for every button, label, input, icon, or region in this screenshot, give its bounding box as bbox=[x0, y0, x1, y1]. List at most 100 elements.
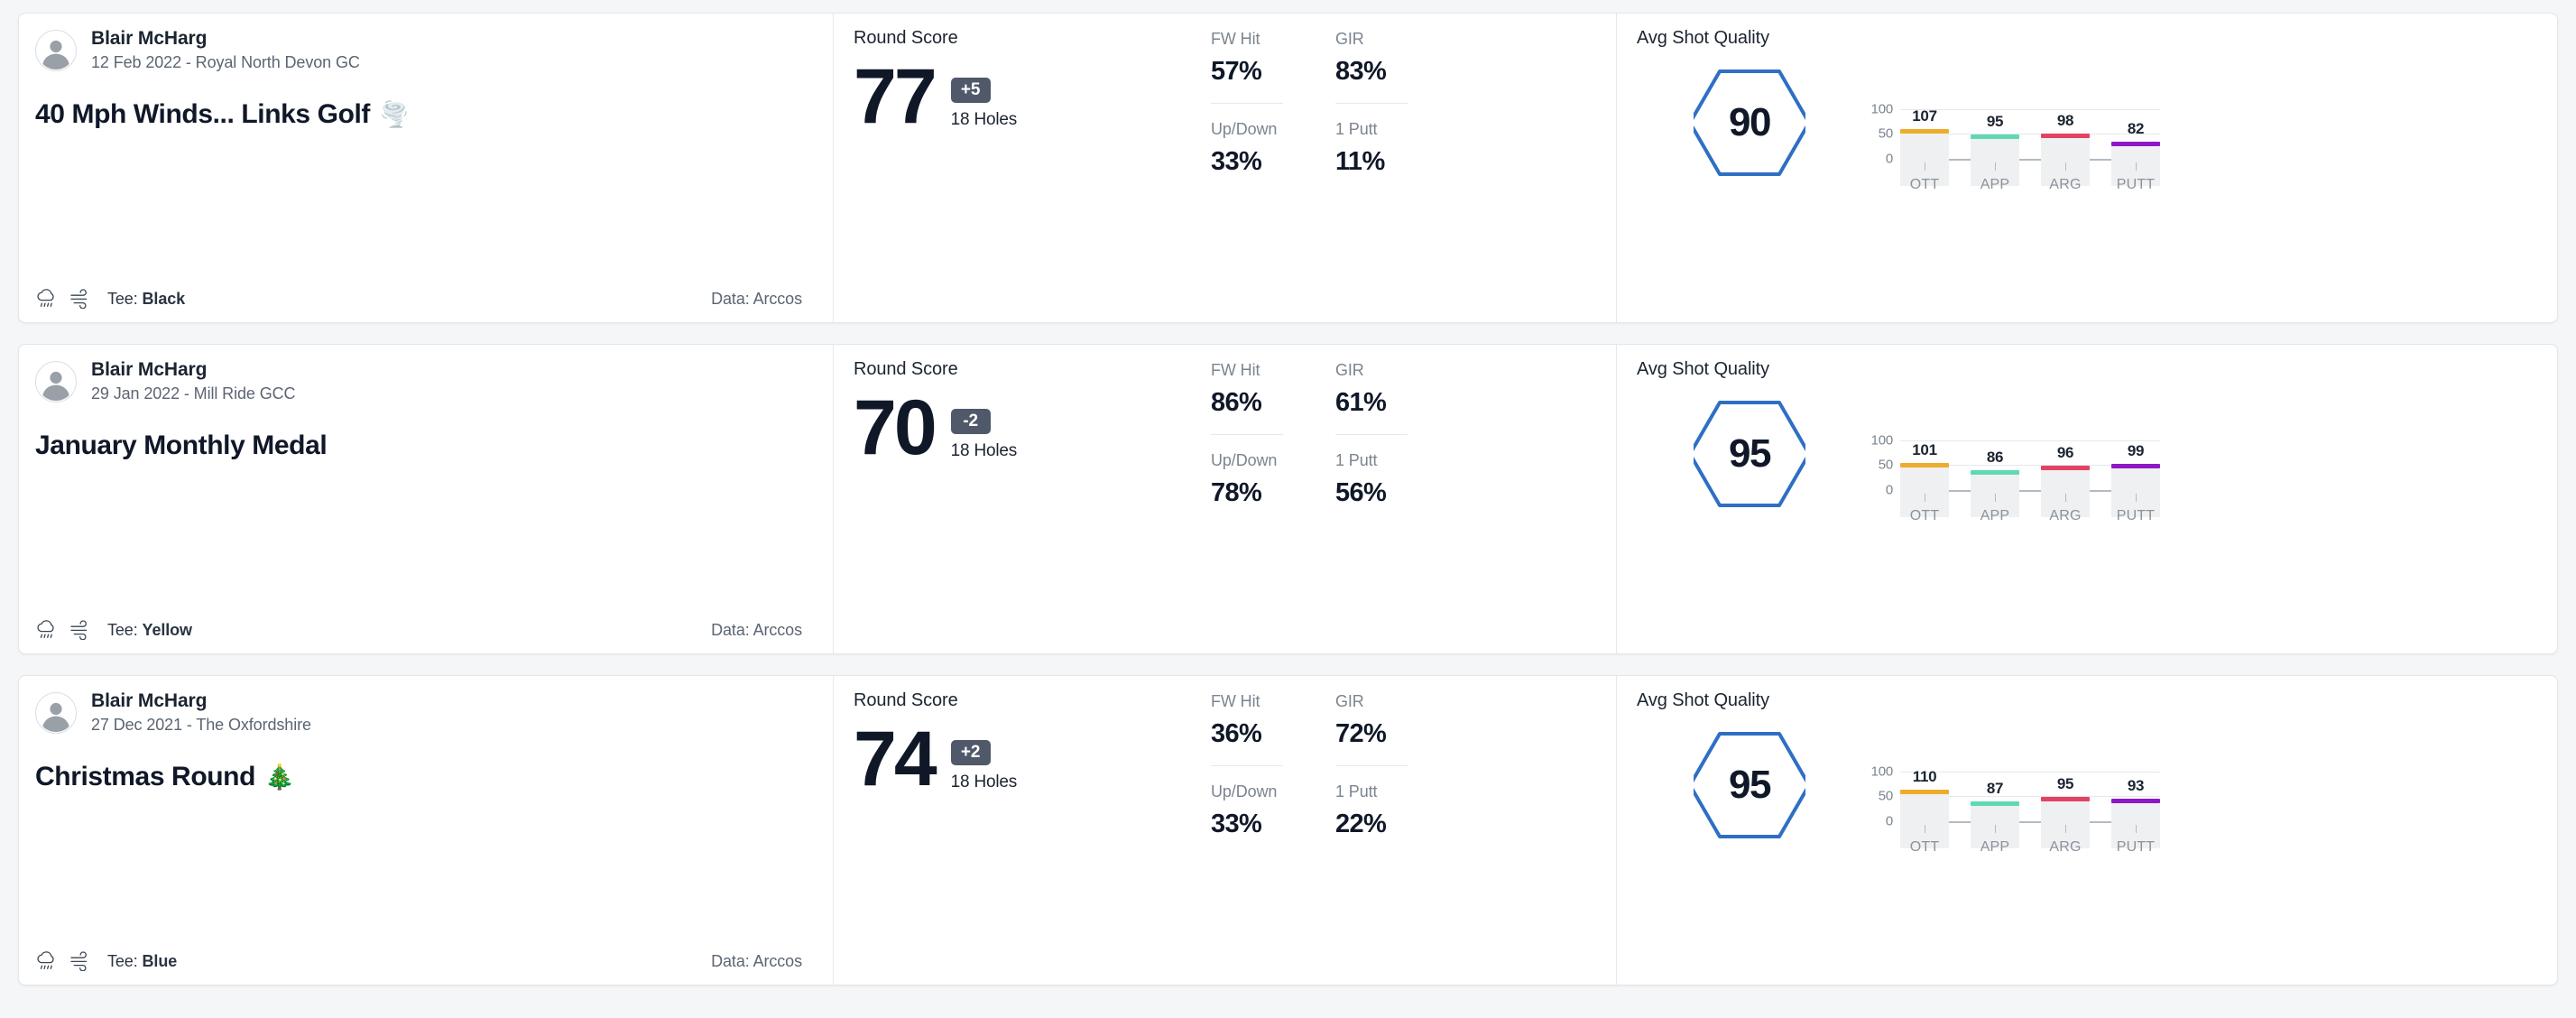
avatar[interactable] bbox=[35, 29, 77, 71]
stat-fw-hit-label: FW Hit bbox=[1211, 692, 1260, 710]
round-title[interactable]: January Monthly Medal bbox=[35, 430, 809, 461]
x-tick-label: OTT bbox=[1909, 177, 1940, 192]
round-date-course: 27 Dec 2021 - The Oxfordshire bbox=[91, 716, 311, 734]
round-title-emoji: 🎄 bbox=[264, 763, 295, 791]
x-tick-label: OTT bbox=[1909, 508, 1940, 523]
player-meta: Blair McHarg 29 Jan 2022 - Mill Ride GCC bbox=[91, 359, 296, 403]
bar-value-label: 86 bbox=[1986, 449, 2004, 467]
round-card[interactable]: Blair McHarg 27 Dec 2021 - The Oxfordshi… bbox=[18, 675, 2558, 986]
stat-gir: GIR 61% bbox=[1335, 361, 1408, 418]
stat-gir-label: GIR bbox=[1335, 361, 1364, 379]
conditions-group: Tee: Yellow bbox=[35, 619, 192, 641]
bar-cap bbox=[2111, 141, 2160, 146]
data-source: Data: Arccos bbox=[711, 952, 802, 971]
bar-cap bbox=[1900, 790, 1949, 795]
y-tick-label: 100 bbox=[1870, 101, 1894, 117]
holes-played: 18 Holes bbox=[950, 773, 1018, 791]
score-side: +2 18 Holes bbox=[950, 724, 1018, 792]
round-score-value: 74 bbox=[854, 716, 937, 802]
y-tick-label: 100 bbox=[1870, 432, 1894, 449]
y-tick-label: 0 bbox=[1885, 482, 1893, 498]
shot-quality-column: Avg Shot Quality 95 0 50 100 101 86 96 99 OTT AP… bbox=[1616, 345, 2557, 653]
stat-up-down: Up/Down 33% bbox=[1211, 103, 1283, 177]
round-card[interactable]: Blair McHarg 12 Feb 2022 - Royal North D… bbox=[18, 13, 2558, 323]
stat-gir: GIR 83% bbox=[1335, 30, 1408, 87]
round-date-course: 12 Feb 2022 - Royal North Devon GC bbox=[91, 53, 360, 71]
bar-cap bbox=[1971, 134, 2019, 140]
x-tick-ott: OTT bbox=[1900, 825, 1949, 856]
score-differential-badge: +5 bbox=[950, 78, 991, 103]
quality-hexagon: 95 bbox=[1694, 391, 1805, 517]
x-tick-label: PUTT bbox=[2116, 508, 2156, 523]
stat-one-putt-label: 1 Putt bbox=[1335, 451, 1378, 469]
shot-quality-chart[interactable]: 0 50 100 101 86 96 99 OTT APP ARG PUTT bbox=[1862, 400, 2160, 523]
x-tick-mark bbox=[2135, 494, 2137, 502]
player-name: Blair McHarg bbox=[91, 28, 208, 49]
round-title[interactable]: 40 Mph Winds... Links Golf 🌪️ bbox=[35, 99, 809, 130]
data-source: Data: Arccos bbox=[711, 621, 802, 640]
stat-one-putt-value: 56% bbox=[1335, 478, 1387, 507]
round-info-column: Blair McHarg 29 Jan 2022 - Mill Ride GCC… bbox=[19, 345, 833, 653]
score-block: Round Score 70 -2 18 Holes bbox=[854, 359, 1211, 641]
person-avatar-icon bbox=[36, 693, 76, 733]
bar-value-label: 107 bbox=[1912, 106, 1937, 125]
data-source-value: Arccos bbox=[752, 289, 803, 308]
round-score-value: 77 bbox=[854, 53, 937, 140]
round-title-emoji: 🌪️ bbox=[379, 100, 410, 128]
stat-fw-hit: FW Hit 57% bbox=[1211, 30, 1283, 87]
x-tick-label: ARG bbox=[2049, 839, 2082, 855]
avg-shot-quality-label: Avg Shot Quality bbox=[1637, 359, 1770, 379]
score-row: 77 +5 18 Holes bbox=[854, 53, 1211, 140]
bar-value-label: 99 bbox=[2127, 442, 2145, 460]
round-title[interactable]: Christmas Round 🎄 bbox=[35, 762, 809, 792]
x-tick-label: APP bbox=[1980, 177, 2010, 192]
holes-played: 18 Holes bbox=[950, 110, 1018, 129]
round-score-label: Round Score bbox=[854, 690, 958, 710]
avatar[interactable] bbox=[35, 691, 77, 734]
rounds-feed: Blair McHarg 12 Feb 2022 - Royal North D… bbox=[0, 0, 2576, 1018]
tee-value: Black bbox=[142, 289, 186, 308]
stat-up-down-label: Up/Down bbox=[1211, 451, 1278, 469]
avatar[interactable] bbox=[35, 360, 77, 403]
stat-fw-hit: FW Hit 86% bbox=[1211, 361, 1283, 418]
x-tick-mark bbox=[2135, 825, 2137, 833]
player-name: Blair McHarg bbox=[91, 690, 208, 711]
round-info-column: Blair McHarg 27 Dec 2021 - The Oxfordshi… bbox=[19, 676, 833, 985]
shot-quality-body: 95 0 50 100 110 87 95 93 OTT APP ARG PUTT bbox=[1637, 711, 2557, 855]
score-differential-badge: +2 bbox=[950, 740, 991, 765]
bar-value-label: 95 bbox=[1986, 113, 2004, 131]
stat-one-putt-label: 1 Putt bbox=[1335, 782, 1378, 801]
bar-cap bbox=[2041, 797, 2090, 802]
round-score-column: Round Score 74 +2 18 Holes FW Hit 36% GI… bbox=[833, 676, 1616, 985]
shot-quality-chart[interactable]: 0 50 100 110 87 95 93 OTT APP ARG PUTT bbox=[1862, 731, 2160, 855]
tee-info: Tee: Yellow bbox=[107, 621, 192, 640]
x-tick-putt: PUTT bbox=[2111, 825, 2160, 856]
avg-shot-quality-label: Avg Shot Quality bbox=[1637, 28, 1770, 48]
player-meta: Blair McHarg 27 Dec 2021 - The Oxfordshi… bbox=[91, 690, 311, 735]
stat-up-down: Up/Down 33% bbox=[1211, 765, 1283, 839]
round-card[interactable]: Blair McHarg 29 Jan 2022 - Mill Ride GCC… bbox=[18, 344, 2558, 654]
bar-value-label: 95 bbox=[2056, 775, 2074, 793]
bar-cap bbox=[1900, 128, 1949, 134]
shot-quality-column: Avg Shot Quality 95 0 50 100 110 87 95 93 OTT AP… bbox=[1616, 676, 2557, 985]
bar-cap bbox=[2041, 133, 2090, 138]
stat-fw-hit-label: FW Hit bbox=[1211, 361, 1260, 379]
player-row: Blair McHarg 29 Jan 2022 - Mill Ride GCC bbox=[35, 359, 809, 403]
x-tick-mark bbox=[1994, 162, 1996, 171]
x-tick-mark bbox=[2135, 162, 2137, 171]
conditions-group: Tee: Blue bbox=[35, 950, 177, 972]
round-title-text: Christmas Round bbox=[35, 762, 256, 791]
chart-y-axis: 0 50 100 bbox=[1862, 69, 1894, 186]
shot-quality-chart[interactable]: 0 50 100 107 95 98 82 OTT APP ARG PUTT bbox=[1862, 69, 2160, 192]
stat-one-putt: 1 Putt 56% bbox=[1335, 434, 1408, 508]
bar-value-label: 87 bbox=[1986, 779, 2004, 797]
score-differential-badge: -2 bbox=[950, 409, 991, 434]
y-tick-label: 0 bbox=[1885, 813, 1893, 829]
wind-icon bbox=[69, 951, 93, 971]
data-source-label: Data: bbox=[711, 289, 750, 308]
quality-hexagon-wrap: 95 bbox=[1637, 380, 1862, 517]
x-tick-arg: ARG bbox=[2041, 494, 2090, 524]
bar-cap bbox=[1971, 470, 2019, 476]
stat-gir-label: GIR bbox=[1335, 30, 1364, 48]
y-tick-label: 50 bbox=[1878, 788, 1894, 804]
